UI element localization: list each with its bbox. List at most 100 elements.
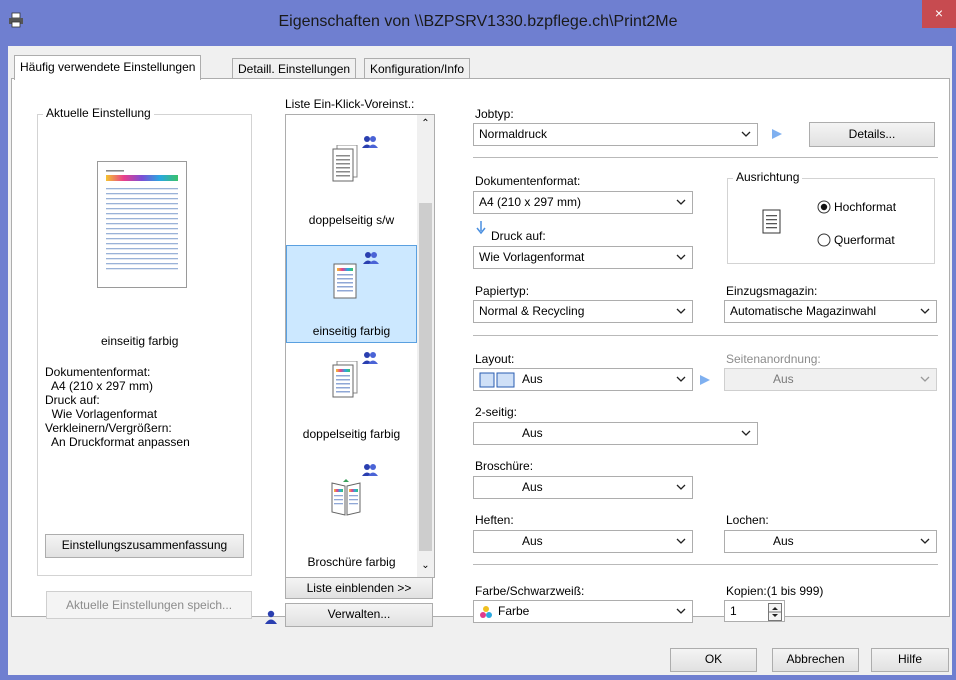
- page-preview: [97, 161, 187, 288]
- chevron-down-icon: [676, 199, 686, 205]
- paper-tray-select[interactable]: Automatische Magazinwahl: [724, 300, 937, 323]
- job-type-select[interactable]: Normaldruck: [473, 123, 758, 146]
- preset-label: doppelseitig s/w: [308, 213, 395, 227]
- landscape-radio[interactable]: Querformat: [817, 232, 927, 248]
- separator: [473, 335, 938, 336]
- paper-tray-label: Einzugsmagazin:: [726, 284, 818, 298]
- current-setting-title: Aktuelle Einstellung: [43, 106, 154, 120]
- simplex-color-document-icon: [333, 263, 357, 299]
- staple-select[interactable]: Aus: [473, 530, 693, 553]
- paper-type-value: Normal & Recycling: [479, 304, 585, 318]
- chevron-down-icon: [920, 538, 930, 544]
- copies-value: 1: [730, 604, 737, 618]
- chevron-down-icon: [741, 430, 751, 436]
- job-type-value: Normaldruck: [479, 127, 548, 141]
- info-line: Dokumentenformat:: [45, 365, 151, 379]
- play-arrow-icon: [700, 375, 710, 385]
- layout-select[interactable]: Aus: [473, 368, 693, 391]
- copies-label: Kopien:(1 bis 999): [726, 584, 824, 598]
- play-arrow-icon: [772, 129, 782, 139]
- duplex-bw-document-icon: [332, 145, 358, 182]
- document-format-select[interactable]: A4 (210 x 297 mm): [473, 191, 693, 214]
- info-line: A4 (210 x 297 mm): [45, 379, 154, 393]
- duplex-color-document-icon: [332, 361, 358, 398]
- radio-selected-icon: [817, 200, 831, 214]
- scroll-up-icon[interactable]: ⌃: [417, 115, 434, 132]
- arrow-down-icon: [476, 221, 486, 235]
- preset-list[interactable]: doppelseitig s/w einseitig farbig doppel…: [285, 114, 435, 578]
- page-order-value: Aus: [773, 372, 794, 386]
- scroll-down-icon[interactable]: ⌄: [417, 557, 434, 574]
- users-icon: [362, 352, 378, 364]
- preset-label: doppelseitig farbig: [302, 427, 401, 441]
- booklet-label: Broschüre:: [475, 459, 534, 473]
- settings-summary-button[interactable]: Einstellungszusammenfassung: [45, 534, 244, 558]
- chevron-down-icon: [676, 608, 686, 614]
- preview-caption: einseitig farbig: [101, 334, 179, 348]
- copies-spinner[interactable]: [768, 603, 782, 621]
- duplex-label: 2-seitig:: [475, 405, 518, 419]
- current-info: Dokumentenformat: A4 (210 x 297 mm) Druck…: [45, 365, 190, 449]
- info-line: An Druckformat anpassen: [45, 435, 190, 449]
- portrait-page-icon: [762, 209, 781, 234]
- booklet-document-icon: [331, 479, 361, 516]
- color-mode-value: Farbe: [498, 604, 530, 618]
- chevron-down-icon: [676, 376, 686, 382]
- layout-pages-icon: [479, 372, 515, 388]
- punch-select[interactable]: Aus: [724, 530, 937, 553]
- booklet-select[interactable]: Aus: [473, 476, 693, 499]
- portrait-label: Hochformat: [834, 200, 897, 214]
- cancel-button[interactable]: Abbrechen: [772, 648, 859, 672]
- dialog-client: Häufig verwendete Einstellungen Detaill.…: [8, 46, 952, 675]
- chevron-down-icon: [676, 538, 686, 544]
- preset-item[interactable]: Broschüre farbig: [286, 455, 417, 577]
- color-dots-icon: [480, 606, 492, 618]
- separator: [473, 157, 938, 158]
- help-button[interactable]: Hilfe: [871, 648, 949, 672]
- tab-detail-settings[interactable]: Detaill. Einstellungen: [232, 58, 357, 79]
- save-current-settings-button[interactable]: Aktuelle Einstellungen speich...: [46, 591, 252, 619]
- chevron-down-icon: [676, 254, 686, 260]
- tab-common-settings[interactable]: Häufig verwendete Einstellungen: [14, 55, 202, 80]
- window-title: Eigenschaften von \\BZPSRV1330.bzpflege.…: [278, 13, 678, 30]
- print-on-label: Druck auf:: [491, 229, 546, 243]
- landscape-label: Querformat: [834, 233, 895, 247]
- info-line: Druck auf:: [45, 393, 100, 407]
- paper-type-label: Papiertyp:: [475, 284, 530, 298]
- layout-label: Layout:: [475, 352, 515, 366]
- preset-item[interactable]: doppelseitig s/w: [286, 115, 417, 245]
- print-on-value: Wie Vorlagenformat: [479, 250, 585, 264]
- layout-value: Aus: [522, 372, 543, 386]
- manage-button[interactable]: Verwalten...: [285, 603, 433, 627]
- radio-unselected-icon: [817, 233, 831, 247]
- document-preview-icon: [106, 170, 178, 270]
- orientation-group: [727, 178, 935, 264]
- preset-list-scrollbar[interactable]: ⌃ ⌄: [417, 115, 434, 577]
- details-button[interactable]: Details...: [809, 122, 935, 147]
- preset-item[interactable]: doppelseitig farbig: [286, 343, 417, 455]
- close-button[interactable]: ×: [922, 0, 956, 28]
- chevron-down-icon: [676, 484, 686, 490]
- color-mode-label: Farbe/Schwarzweiß:: [475, 584, 585, 598]
- print-on-select[interactable]: Wie Vorlagenformat: [473, 246, 693, 269]
- info-line: Verkleinern/Vergrößern:: [45, 421, 172, 435]
- chevron-down-icon: [741, 131, 751, 137]
- staple-label: Heften:: [475, 513, 514, 527]
- booklet-value: Aus: [522, 480, 543, 494]
- chevron-down-icon: [676, 308, 686, 314]
- portrait-radio[interactable]: Hochformat: [817, 199, 927, 215]
- show-list-button[interactable]: Liste einblenden >>: [285, 577, 433, 599]
- preset-label: Broschüre farbig: [307, 555, 396, 569]
- users-icon: [363, 252, 379, 264]
- scrollbar-thumb[interactable]: [419, 203, 432, 551]
- copies-input[interactable]: 1: [724, 600, 785, 622]
- color-mode-select[interactable]: Farbe: [473, 600, 693, 623]
- page-order-select[interactable]: Aus: [724, 368, 937, 391]
- paper-tray-value: Automatische Magazinwahl: [730, 304, 877, 318]
- tab-configuration-info[interactable]: Konfiguration/Info: [364, 58, 471, 79]
- duplex-select[interactable]: Aus: [473, 422, 758, 445]
- ok-button[interactable]: OK: [670, 648, 757, 672]
- preset-item-selected[interactable]: einseitig farbig: [286, 245, 417, 343]
- orientation-title: Ausrichtung: [733, 170, 803, 184]
- paper-type-select[interactable]: Normal & Recycling: [473, 300, 693, 323]
